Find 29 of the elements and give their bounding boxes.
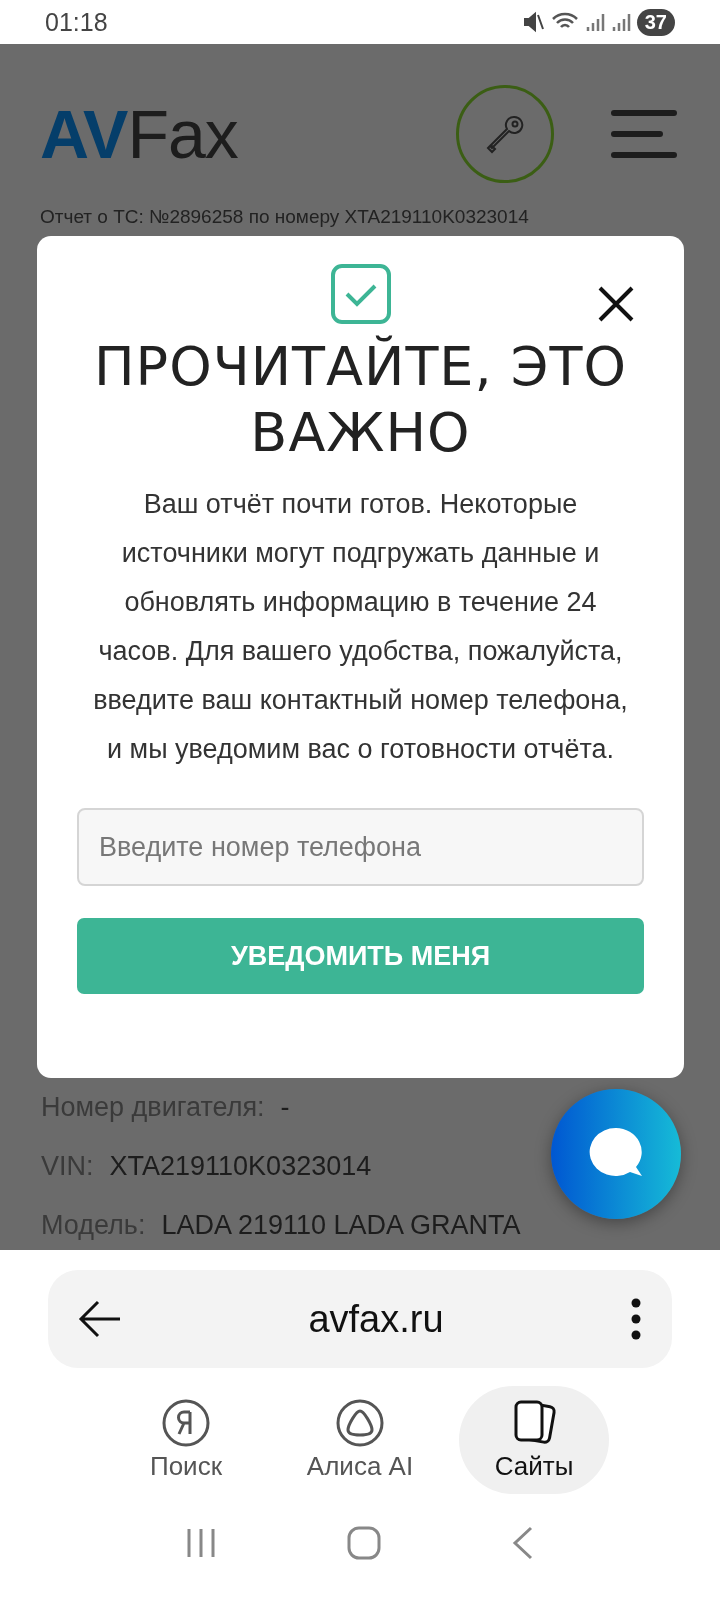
nav-tab[interactable]: Сайты (459, 1386, 609, 1494)
recent-apps-icon[interactable] (185, 1527, 217, 1559)
battery-level: 37 (636, 8, 675, 36)
assistant-icon (336, 1398, 384, 1447)
report-title: Отчет о ТС: №2896258 по номеру XTA219110K0323014 (40, 206, 530, 228)
detail-value: LADA 219110 LADA GRANTA (161, 1210, 521, 1241)
signal-icon (610, 11, 631, 33)
home-icon[interactable] (347, 1526, 381, 1560)
back-arrow-icon[interactable] (78, 1299, 122, 1339)
address-text: avfax.ru (307, 1297, 445, 1341)
back-icon[interactable] (511, 1526, 535, 1560)
detail-value: - (280, 1092, 290, 1123)
status-time: 01:18 (45, 7, 108, 37)
checkbox-icon (330, 264, 391, 324)
nav-tab[interactable]: Алиса AI (285, 1386, 435, 1494)
phone-input[interactable]: Введите номер телефона (77, 808, 644, 886)
more-icon[interactable] (630, 1298, 642, 1340)
address-bar[interactable]: avfax.ru (48, 1270, 672, 1368)
mute-icon (522, 11, 545, 33)
modal-message: Ваш отчёт почти готов. Некоторые источники могут подгружать данные и обновлять информацию в течение 24 часов. Для вашего удобства, пожалуйста, введите ваш контактный номер телефона, и мы уведомим вас о готовности отчёта. (92, 488, 629, 766)
menu-icon[interactable] (610, 109, 678, 159)
modal-title: ПРОЧИТАЙТЕ, ЭТО ВАЖНО (92, 334, 628, 466)
search-icon (162, 1398, 210, 1447)
close-icon[interactable] (596, 284, 636, 324)
login-button[interactable] (456, 85, 554, 183)
nav-tab[interactable]: Поиск (111, 1386, 261, 1494)
signal-icon (584, 11, 605, 33)
key-icon (484, 113, 526, 155)
detail-value: XTA219110K0323014 (109, 1151, 372, 1182)
